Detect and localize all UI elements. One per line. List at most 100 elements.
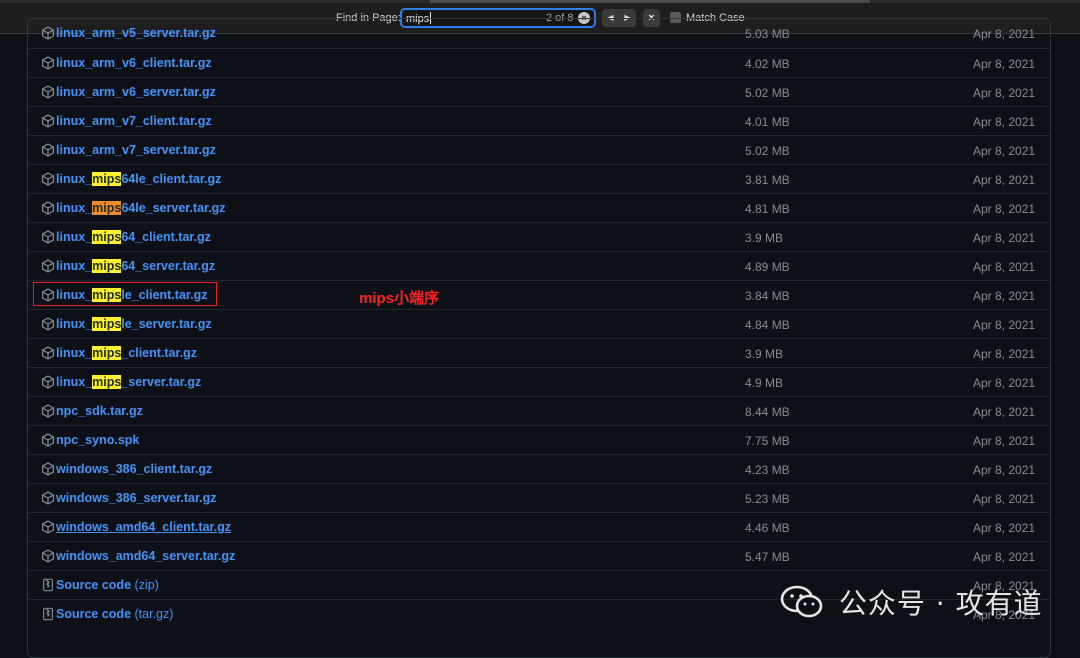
asset-link[interactable]: npc_syno.spk [56, 433, 139, 447]
asset-size: 5.02 MB [745, 86, 790, 100]
asset-link[interactable]: Source code (zip) [56, 578, 159, 592]
package-icon [41, 549, 55, 563]
asset-link[interactable]: npc_sdk.tar.gz [56, 404, 143, 418]
asset-date: Apr 8, 2021 [973, 202, 1036, 216]
asset-link[interactable]: linux_arm_v7_client.tar.gz [56, 114, 212, 128]
asset-name-suffix: 64le_server.tar.gz [121, 201, 226, 215]
asset-name-suffix: _client.tar.gz [121, 346, 198, 360]
package-icon [41, 143, 55, 157]
asset-size: 4.84 MB [745, 318, 790, 332]
asset-link[interactable]: windows_amd64_client.tar.gz [56, 520, 231, 534]
asset-link[interactable]: linux_mips64le_client.tar.gz [56, 172, 221, 186]
asset-link[interactable]: linux_arm_v7_server.tar.gz [56, 143, 216, 157]
asset-size: 8.44 MB [745, 405, 790, 419]
highlight-box [33, 282, 217, 306]
asset-name: linux_arm_v7_client.tar.gz [56, 114, 212, 128]
asset-link[interactable]: linux_mipsle_server.tar.gz [56, 317, 212, 331]
asset-date: Apr 8, 2021 [973, 463, 1036, 477]
watermark: 公众号 · 攻有道 [780, 582, 1043, 620]
annotation-text: mips小端序 [359, 290, 440, 307]
package-icon [41, 85, 55, 99]
asset-name: Source code [56, 578, 132, 592]
asset-name: Source code [56, 607, 132, 621]
package-icon [41, 520, 55, 534]
asset-date: Apr 8, 2021 [973, 550, 1036, 564]
asset-date: Apr 8, 2021 [973, 318, 1036, 332]
asset-size: 5.47 MB [745, 550, 790, 564]
asset-link[interactable]: Source code (tar.gz) [56, 607, 173, 621]
asset-name-suffix: _server.tar.gz [121, 375, 202, 389]
package-icon [41, 375, 55, 389]
asset-date: Apr 8, 2021 [973, 231, 1036, 245]
package-icon [41, 346, 55, 360]
package-icon [41, 201, 55, 215]
asset-row: linux_arm_v7_client.tar.gz 4.01 MB Apr 8, … [28, 106, 1050, 135]
asset-name: windows_386_server.tar.gz [56, 491, 217, 505]
asset-size: 4.01 MB [745, 115, 790, 129]
asset-name-prefix: linux_ [56, 230, 93, 244]
asset-date: Apr 8, 2021 [973, 144, 1036, 158]
package-icon [41, 404, 55, 418]
asset-name: linux_arm_v5_server.tar.gz [56, 26, 216, 40]
asset-row: windows_386_client.tar.gz 4.23 MB Apr 8, 2… [28, 454, 1050, 483]
source-format: (zip) [134, 578, 159, 592]
asset-name-prefix: linux_ [56, 172, 93, 186]
asset-size: 4.81 MB [745, 202, 790, 216]
asset-date: Apr 8, 2021 [973, 27, 1036, 41]
asset-date: Apr 8, 2021 [973, 289, 1036, 303]
asset-size: 4.89 MB [745, 260, 790, 274]
asset-link[interactable]: windows_386_client.tar.gz [56, 462, 212, 476]
asset-row: linux_mips64le_client.tar.gz 3.81 MB Apr 8… [28, 164, 1050, 193]
asset-name: linux_arm_v7_server.tar.gz [56, 143, 216, 157]
asset-size: 3.84 MB [745, 289, 790, 303]
asset-size: 4.46 MB [745, 521, 790, 535]
asset-link[interactable]: linux_mips64le_server.tar.gz [56, 201, 226, 215]
match-highlight: mips [92, 317, 122, 331]
asset-link[interactable]: linux_arm_v6_client.tar.gz [56, 56, 212, 70]
package-icon [41, 114, 55, 128]
asset-name: windows_amd64_server.tar.gz [56, 549, 236, 563]
asset-row: linux_arm_v7_server.tar.gz 5.02 MB Apr 8, … [28, 135, 1050, 164]
asset-link[interactable]: linux_arm_v5_server.tar.gz [56, 26, 216, 40]
asset-size: 3.9 MB [745, 231, 784, 245]
asset-size: 5.02 MB [745, 144, 790, 158]
current-match-highlight: mips [92, 201, 122, 215]
match-highlight: mips [92, 172, 122, 186]
asset-row: npc_syno.spk 7.75 MB Apr 8, 2021 [28, 425, 1050, 454]
asset-size: 4.9 MB [745, 376, 784, 390]
asset-link[interactable]: linux_mips64_client.tar.gz [56, 230, 211, 244]
release-assets-list: linux_arm_v5_server.tar.gz 5.03 MB Apr 8, … [27, 18, 1051, 658]
asset-link[interactable]: linux_mips_server.tar.gz [56, 375, 201, 389]
asset-size: 3.81 MB [745, 173, 790, 187]
asset-name-suffix: 64_client.tar.gz [121, 230, 211, 244]
asset-name: linux_arm_v6_server.tar.gz [56, 85, 216, 99]
asset-size: 4.23 MB [745, 463, 790, 477]
asset-row: linux_mips_client.tar.gz 3.9 MB Apr 8, 202… [28, 338, 1050, 367]
asset-size: 5.03 MB [745, 27, 790, 41]
asset-name-suffix: le_server.tar.gz [121, 317, 212, 331]
watermark-text: 公众号 · 攻有道 [838, 587, 1043, 620]
wechat-icon [780, 585, 823, 618]
package-icon [41, 172, 55, 186]
asset-link[interactable]: linux_arm_v6_server.tar.gz [56, 85, 216, 99]
asset-date: Apr 8, 2021 [973, 86, 1036, 100]
asset-row: linux_mips64_client.tar.gz 3.9 MB Apr 8, 2… [28, 222, 1050, 251]
file-zip-icon [41, 578, 55, 592]
match-highlight: mips [92, 346, 122, 360]
asset-name-prefix: linux_ [56, 201, 93, 215]
asset-link[interactable]: linux_mips64_server.tar.gz [56, 259, 215, 273]
asset-row: linux_mipsle_server.tar.gz 4.84 MB Apr 8, … [28, 309, 1050, 338]
asset-name-suffix: 64le_client.tar.gz [121, 172, 222, 186]
asset-date: Apr 8, 2021 [973, 347, 1036, 361]
asset-date: Apr 8, 2021 [973, 57, 1036, 71]
asset-link[interactable]: windows_amd64_server.tar.gz [56, 549, 235, 563]
asset-row: linux_arm_v5_server.tar.gz 5.03 MB Apr 8, … [28, 19, 1050, 48]
asset-link[interactable]: windows_386_server.tar.gz [56, 491, 217, 505]
asset-size: 3.9 MB [745, 347, 784, 361]
package-icon [41, 433, 55, 447]
asset-link[interactable]: linux_mips_client.tar.gz [56, 346, 197, 360]
asset-size: 7.75 MB [745, 434, 790, 448]
asset-date: Apr 8, 2021 [973, 492, 1036, 506]
asset-name-suffix: 64_server.tar.gz [121, 259, 216, 273]
source-format: (tar.gz) [134, 607, 174, 621]
